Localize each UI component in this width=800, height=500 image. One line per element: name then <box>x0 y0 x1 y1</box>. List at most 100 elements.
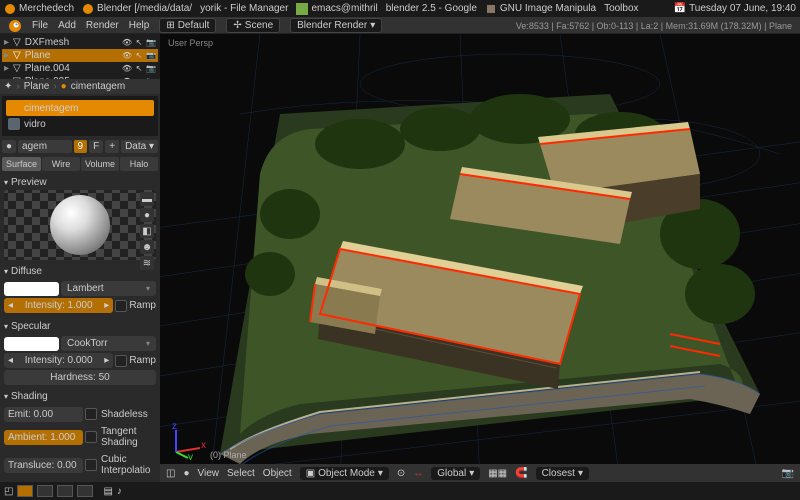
workspace-3[interactable] <box>57 485 73 497</box>
specular-intensity-slider[interactable]: ◂Intensity: 0.000▸ <box>4 353 113 368</box>
preview-sphere-icon <box>50 195 110 255</box>
tray-icon[interactable]: ▤ <box>103 486 112 497</box>
layout-dropdown[interactable]: ⊞ Default <box>159 18 216 33</box>
material-users[interactable]: 9 <box>74 140 88 153</box>
taskbar-app-0[interactable]: Merchedech <box>4 3 74 15</box>
viewport-object-label: (0) Plane <box>210 450 247 460</box>
render-viewport-icon[interactable]: 📷 <box>782 468 794 479</box>
manipulator-icon[interactable]: ↔ <box>413 468 423 479</box>
diffuse-color[interactable] <box>4 282 59 296</box>
taskbar-app-6[interactable]: Toolbox <box>604 3 638 14</box>
viewport-toolbar: ◫ ● View Select Object ▣ Object Mode ▾ ⊙… <box>160 464 800 482</box>
specular-ramp-checkbox[interactable] <box>115 355 127 367</box>
menu-render[interactable]: Render <box>86 20 119 31</box>
material-preview: ▬ ● ◧ ☻ ≋ <box>4 190 156 260</box>
preview-monkey-icon[interactable]: ☻ <box>140 240 154 254</box>
vp-menu-view[interactable]: View <box>198 468 220 479</box>
material-swatch-icon <box>8 118 20 130</box>
diffuse-header[interactable]: ▾Diffuse <box>4 264 156 279</box>
specular-color[interactable] <box>4 337 59 351</box>
breadcrumb-object[interactable]: Plane <box>24 81 50 92</box>
workspace-2[interactable] <box>37 485 53 497</box>
mode-dropdown[interactable]: ▣ Object Mode ▾ <box>300 467 389 480</box>
translucency-slider[interactable]: Transluce: 0.00 <box>4 458 83 473</box>
snap-magnet-icon[interactable]: 🧲 <box>515 468 527 479</box>
tray-icon[interactable]: ♪ <box>117 486 122 497</box>
snap-dropdown[interactable]: Closest ▾ <box>536 467 589 480</box>
render-icon[interactable]: 📷 <box>146 64 156 74</box>
tab-halo[interactable]: Halo <box>120 157 158 171</box>
render-icon[interactable]: 📷 <box>146 38 156 48</box>
material-name-field[interactable]: agem <box>18 140 72 153</box>
outliner-item[interactable]: ▸▽Plane.004👁↖📷 <box>2 62 158 75</box>
menu-add[interactable]: Add <box>58 20 76 31</box>
material-browse-button[interactable]: ● <box>2 140 16 153</box>
breadcrumb-material[interactable]: ● <box>61 81 67 92</box>
material-toolbar: ● agem 9 F + Data ▾ <box>0 138 160 155</box>
tab-surface[interactable]: Surface <box>2 157 41 171</box>
layers-icon[interactable]: ▦▦ <box>488 468 507 479</box>
blender-logo-icon <box>8 19 22 33</box>
diffuse-ramp-checkbox[interactable] <box>115 300 127 312</box>
world-icon[interactable]: ✦ <box>4 81 12 92</box>
specular-shader-dropdown[interactable]: CookTorr▾ <box>61 336 156 351</box>
render-icon[interactable]: 📷 <box>146 51 156 61</box>
menu-help[interactable]: Help <box>129 20 150 31</box>
app-menubar: File Add Render Help ⊞ Default ✢ Scene B… <box>0 18 800 34</box>
header-stats: Ve:8533 | Fa:5762 | Ob:0-113 | La:2 | Me… <box>516 21 792 31</box>
material-slot[interactable]: vidro <box>6 116 154 132</box>
shading-mode-icon[interactable]: ● <box>183 468 189 479</box>
hardness-slider[interactable]: Hardness: 50 <box>4 370 156 385</box>
cursor-icon[interactable]: ↖ <box>134 64 144 74</box>
ambient-slider[interactable]: Ambient: 1.000 <box>4 430 83 445</box>
outliner-item[interactable]: ▸▽DXFmesh👁↖📷 <box>2 36 158 49</box>
add-material-button[interactable]: + <box>105 140 119 153</box>
preview-sphere-btn[interactable]: ● <box>140 208 154 222</box>
eye-icon[interactable]: 👁 <box>122 38 132 48</box>
vp-menu-object[interactable]: Object <box>263 468 292 479</box>
preview-cube-icon[interactable]: ◧ <box>140 224 154 238</box>
engine-dropdown[interactable]: Blender Render ▾ <box>290 18 382 33</box>
outliner: ▸▽DXFmesh👁↖📷 ▸▽Plane👁↖📷 ▸▽Plane.004👁↖📷 ▸… <box>0 34 160 79</box>
taskbar-app-5[interactable]: GNU Image Manipula <box>485 3 596 15</box>
show-desktop-icon[interactable]: ◰ <box>4 486 13 497</box>
specular-header[interactable]: ▾Specular <box>4 319 156 334</box>
material-link-dropdown[interactable]: Data ▾ <box>121 140 158 153</box>
taskbar-app-4[interactable]: blender 2.5 - Google <box>386 3 477 14</box>
shading-header[interactable]: ▾Shading <box>4 389 156 404</box>
workspace-1[interactable] <box>17 485 33 497</box>
preview-hair-icon[interactable]: ≋ <box>140 256 154 270</box>
shadeless-checkbox[interactable] <box>85 408 97 420</box>
preview-flat-icon[interactable]: ▬ <box>140 192 154 206</box>
workspace-4[interactable] <box>77 485 93 497</box>
eye-icon[interactable]: 👁 <box>122 64 132 74</box>
viewport-scene <box>160 34 800 482</box>
orientation-dropdown[interactable]: Global ▾ <box>431 467 480 480</box>
eye-icon[interactable]: 👁 <box>122 51 132 61</box>
tab-wire[interactable]: Wire <box>42 157 80 171</box>
editor-type-icon[interactable]: ◫ <box>166 468 175 479</box>
diffuse-ramp-label: Ramp <box>129 300 156 311</box>
diffuse-shader-dropdown[interactable]: Lambert▾ <box>61 281 156 296</box>
pivot-icon[interactable]: ⊙ <box>397 468 405 479</box>
preview-header[interactable]: ▾Preview <box>4 175 156 190</box>
3d-viewport[interactable]: User Persp <box>160 34 800 482</box>
cursor-icon[interactable]: ↖ <box>134 38 144 48</box>
fake-user-button[interactable]: F <box>89 140 103 153</box>
menu-file[interactable]: File <box>32 20 48 31</box>
scene-dropdown[interactable]: ✢ Scene <box>226 18 280 33</box>
material-slot[interactable]: cimentagem <box>6 100 154 116</box>
outliner-item[interactable]: ▸▽Plane👁↖📷 <box>2 49 158 62</box>
material-slot-list: cimentagem vidro <box>2 96 158 136</box>
vp-menu-select[interactable]: Select <box>227 468 255 479</box>
tangent-checkbox[interactable] <box>85 431 97 443</box>
taskbar-app-2[interactable]: yorik - File Manager <box>200 3 288 14</box>
cubic-checkbox[interactable] <box>85 459 97 471</box>
cubic-label: Cubic Interpolatio <box>101 454 156 476</box>
taskbar-app-3[interactable]: emacs@mithril <box>296 3 377 15</box>
cursor-icon[interactable]: ↖ <box>134 51 144 61</box>
taskbar-app-1[interactable]: Blender [/media/data/ <box>82 3 192 15</box>
emit-slider[interactable]: Emit: 0.00 <box>4 407 83 422</box>
tab-volume[interactable]: Volume <box>81 157 119 171</box>
diffuse-intensity-slider[interactable]: ◂Intensity: 1.000▸ <box>4 298 113 313</box>
